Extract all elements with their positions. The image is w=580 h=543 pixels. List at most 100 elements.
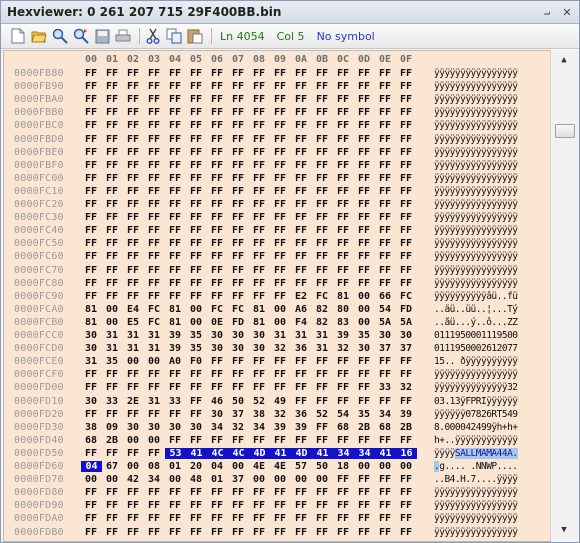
hex-byte[interactable]: FF [376,251,394,262]
ascii-text[interactable]: ÿÿÿÿÿÿÿÿÿÿÿÿÿÿÿÿ [434,225,546,236]
hex-byte[interactable]: FF [271,160,289,171]
hex-byte[interactable]: FF [292,147,310,158]
hex-byte[interactable]: 5A [376,317,394,328]
hex-byte[interactable]: 20 [187,461,205,472]
hex-editor[interactable]: 00 01 02 03 04 05 06 07 08 09 0A 0B 0C 0D 0E 0F 0000FB8… [3,50,551,542]
hex-byte[interactable]: 81 [166,304,184,315]
hex-byte[interactable]: FF [229,487,247,498]
hex-byte[interactable]: FF [187,212,205,223]
hex-byte[interactable]: 38 [82,422,100,433]
hex-byte[interactable]: 32 [271,343,289,354]
hex-byte[interactable]: 30 [376,330,394,341]
hex-byte[interactable]: FF [208,107,226,118]
hex-byte[interactable]: FF [334,382,352,393]
hex-byte[interactable]: FF [124,513,142,524]
hex-byte[interactable]: 35 [355,409,373,420]
hex-byte[interactable]: 00 [271,474,289,485]
hex-byte[interactable]: FF [208,356,226,367]
hex-byte[interactable]: FF [124,81,142,92]
vertical-scrollbar[interactable]: ▲ ▼ [550,50,578,540]
hex-byte[interactable]: 36 [292,409,310,420]
hex-byte[interactable]: FF [229,173,247,184]
hex-byte[interactable]: FF [313,422,331,433]
hex-byte[interactable]: FF [82,134,100,145]
hex-byte[interactable]: FF [208,212,226,223]
hex-byte[interactable]: FF [334,513,352,524]
hex-byte[interactable]: FF [166,251,184,262]
hex-byte[interactable]: 41 [186,447,207,459]
hex-byte[interactable]: FF [124,120,142,131]
hex-byte[interactable]: FF [208,160,226,171]
hex-byte[interactable]: 34 [145,474,163,485]
hex-byte[interactable]: 2B [355,422,373,433]
hex-byte[interactable]: 00 [355,461,373,472]
hex-byte[interactable]: 37 [397,343,415,354]
hex-byte[interactable]: FF [229,291,247,302]
hex-byte[interactable]: FF [124,527,142,538]
hex-byte[interactable]: FF [82,173,100,184]
hex-byte[interactable]: FF [103,409,121,420]
hex-byte[interactable]: 31 [145,343,163,354]
hex-byte[interactable]: FF [166,238,184,249]
hex-byte[interactable]: FF [376,68,394,79]
hex-byte[interactable]: 31 [145,396,163,407]
hex-byte[interactable]: 30 [82,330,100,341]
hex-byte[interactable]: FF [166,513,184,524]
hex-byte[interactable]: FF [313,81,331,92]
hex-byte[interactable]: FF [292,487,310,498]
hex-byte[interactable]: FF [397,500,415,511]
hex-byte[interactable]: E2 [292,291,310,302]
hex-byte[interactable]: FF [103,369,121,380]
hex-byte[interactable]: FF [229,94,247,105]
hex-byte[interactable]: FF [82,212,100,223]
ascii-text[interactable]: ÿÿÿÿÿÿÿÿÿÿÿÿÿÿÿÿ [434,369,546,380]
hex-byte[interactable]: FF [355,500,373,511]
hex-byte[interactable]: 81 [82,304,100,315]
hex-byte[interactable]: FF [334,527,352,538]
hex-byte[interactable]: FF [355,173,373,184]
hex-byte[interactable]: FF [271,147,289,158]
hex-byte[interactable]: FF [166,265,184,276]
hex-byte[interactable]: FF [82,107,100,118]
hex-byte[interactable]: FF [271,356,289,367]
hex-byte[interactable]: FF [82,265,100,276]
hex-byte[interactable]: 01 [166,461,184,472]
hex-byte[interactable]: FF [103,94,121,105]
hex-byte[interactable]: 00 [313,474,331,485]
hex-byte[interactable]: 33 [103,396,121,407]
hex-byte[interactable]: 39 [166,343,184,354]
hex-byte[interactable]: FF [334,435,352,446]
ascii-text[interactable]: ÿÿÿÿÿÿÿÿÿÿÿÿÿÿÿÿ [434,212,546,223]
hex-byte[interactable]: FF [397,212,415,223]
hex-byte[interactable]: 30 [250,343,268,354]
hex-byte[interactable]: 81 [334,291,352,302]
hex-byte[interactable]: 4E [250,461,268,472]
hex-byte[interactable]: FF [313,238,331,249]
hex-byte[interactable]: FF [334,474,352,485]
hex-byte[interactable]: FF [145,278,163,289]
save-icon[interactable] [93,27,111,45]
hex-byte[interactable]: FF [208,173,226,184]
hex-byte[interactable]: FF [313,487,331,498]
hex-byte[interactable]: FF [292,81,310,92]
hex-byte[interactable]: FF [250,81,268,92]
hex-byte[interactable]: FF [313,225,331,236]
hex-byte[interactable]: FF [103,448,121,459]
hex-byte[interactable]: 4E [271,461,289,472]
hex-byte[interactable]: 46 [208,396,226,407]
hex-byte[interactable]: FF [187,81,205,92]
hex-byte[interactable]: FF [229,369,247,380]
hex-byte[interactable]: FF [271,278,289,289]
hex-byte[interactable]: 54 [334,409,352,420]
hex-byte[interactable]: FF [82,186,100,197]
scroll-thumb[interactable] [555,124,575,138]
hex-byte[interactable]: FF [145,199,163,210]
hex-byte[interactable]: FF [355,186,373,197]
hex-byte[interactable]: FF [250,199,268,210]
hex-byte[interactable]: FF [229,527,247,538]
hex-byte[interactable]: 30 [229,343,247,354]
hex-byte[interactable]: FF [82,527,100,538]
hex-byte[interactable]: FF [292,212,310,223]
hex-byte[interactable]: 39 [397,409,415,420]
ascii-text[interactable]: ÿÿÿÿÿÿÿÿÿÿÿÿÿÿÿÿ [434,186,546,197]
